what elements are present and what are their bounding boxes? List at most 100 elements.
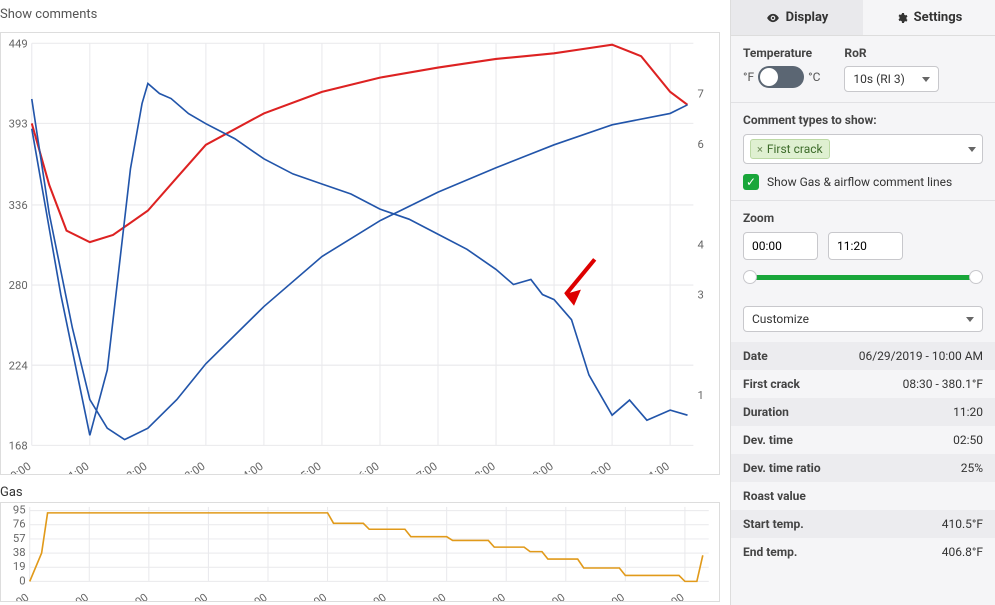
svg-text:03:00: 03:00 — [180, 591, 211, 601]
customize-label: Customize — [752, 312, 809, 326]
zoom-slider-handle-start[interactable] — [743, 270, 757, 284]
svg-text:38: 38 — [13, 546, 26, 559]
meta-key: Dev. time — [743, 433, 793, 447]
chip-remove-icon[interactable]: × — [757, 143, 763, 156]
svg-text:6: 6 — [697, 138, 703, 151]
svg-text:09:00: 09:00 — [537, 591, 568, 601]
meta-value: 410.5°F — [942, 517, 983, 531]
meta-key: Start temp. — [743, 517, 804, 531]
meta-row: Dev. time ratio 25% — [731, 454, 995, 482]
svg-text:09:00: 09:00 — [525, 460, 555, 474]
zoom-end-input[interactable] — [828, 232, 903, 260]
svg-text:168: 168 — [9, 439, 28, 452]
zoom-label: Zoom — [743, 211, 774, 225]
svg-text:11:00: 11:00 — [641, 460, 671, 474]
tab-settings-label: Settings — [914, 10, 963, 25]
meta-row: Dev. time 02:50 — [731, 426, 995, 454]
meta-row: Duration 11:20 — [731, 398, 995, 426]
meta-value: 25% — [961, 461, 983, 475]
meta-key: End temp. — [743, 545, 797, 559]
roast-chart[interactable]: 168 224 280 336 393 449 1 3 4 6 7 00:00 01:00 02:00 03… — [0, 32, 720, 475]
svg-text:3: 3 — [697, 289, 703, 302]
svg-text:449: 449 — [9, 37, 28, 50]
gear-icon — [896, 12, 908, 24]
svg-text:0: 0 — [19, 575, 25, 588]
svg-text:07:00: 07:00 — [418, 591, 449, 601]
meta-value: 08:30 - 380.1°F — [903, 377, 983, 391]
svg-text:57: 57 — [13, 532, 26, 545]
unit-c: °C — [808, 70, 820, 84]
chevron-down-icon — [966, 317, 974, 322]
ror-select-value: 10s (RI 3) — [853, 72, 904, 86]
svg-text:95: 95 — [13, 504, 26, 517]
zoom-slider-handle-end[interactable] — [969, 270, 983, 284]
gas-chart[interactable]: 0 1938577695 00:00 01:00 02:00 03:00 04:00 05:0… — [0, 502, 720, 602]
svg-text:11:00: 11:00 — [656, 591, 687, 601]
unit-f: °F — [743, 70, 754, 84]
ror-select[interactable]: 10s (RI 3) — [844, 66, 939, 92]
show-comments-link[interactable]: Show comments — [0, 5, 720, 28]
comment-types-select[interactable]: × First crack — [743, 134, 983, 164]
meta-key: Dev. time ratio — [743, 461, 821, 475]
meta-value: 06/29/2019 - 10:00 AM — [859, 349, 983, 363]
meta-value: 11:20 — [953, 405, 983, 419]
svg-text:280: 280 — [9, 279, 28, 292]
svg-text:00:00: 00:00 — [1, 591, 31, 601]
roast-meta-table: Date 06/29/2019 - 10:00 AM First crack 08:3… — [731, 342, 995, 566]
meta-key: First crack — [743, 377, 800, 391]
svg-text:08:00: 08:00 — [467, 460, 497, 474]
customize-select[interactable]: Customize — [743, 306, 983, 332]
svg-text:10:00: 10:00 — [597, 591, 628, 601]
svg-text:76: 76 — [13, 518, 26, 531]
show-gas-checkbox[interactable]: ✓ — [743, 174, 759, 190]
svg-text:4: 4 — [697, 238, 704, 251]
svg-text:06:00: 06:00 — [351, 460, 381, 474]
tab-display[interactable]: Display — [731, 0, 863, 35]
zoom-start-input[interactable] — [743, 232, 818, 260]
svg-text:1: 1 — [697, 389, 703, 402]
meta-row: First crack 08:30 - 380.1°F — [731, 370, 995, 398]
svg-text:336: 336 — [9, 199, 28, 212]
svg-text:08:00: 08:00 — [477, 591, 508, 601]
svg-text:393: 393 — [9, 117, 28, 130]
svg-text:07:00: 07:00 — [409, 460, 439, 474]
svg-text:03:00: 03:00 — [177, 460, 207, 474]
comment-types-label: Comment types to show: — [743, 113, 877, 127]
svg-text:01:00: 01:00 — [61, 460, 91, 474]
svg-text:01:00: 01:00 — [60, 591, 91, 601]
meta-row: Date 06/29/2019 - 10:00 AM — [731, 342, 995, 370]
chip-first-crack-label: First crack — [767, 142, 823, 156]
temperature-label: Temperature — [743, 46, 820, 60]
chip-first-crack[interactable]: × First crack — [750, 139, 830, 159]
meta-row: End temp. 406.8°F — [731, 538, 995, 566]
svg-text:06:00: 06:00 — [358, 591, 389, 601]
meta-row: Roast value — [731, 482, 995, 510]
svg-text:05:00: 05:00 — [293, 460, 323, 474]
meta-key: Date — [743, 349, 768, 363]
svg-text:10:00: 10:00 — [583, 460, 613, 474]
meta-key: Duration — [743, 405, 789, 419]
svg-text:7: 7 — [697, 88, 703, 101]
meta-row: Start temp. 410.5°F — [731, 510, 995, 538]
svg-text:02:00: 02:00 — [120, 591, 151, 601]
meta-value: 406.8°F — [942, 545, 983, 559]
tab-settings[interactable]: Settings — [863, 0, 995, 35]
zoom-slider[interactable] — [743, 268, 983, 286]
tab-display-label: Display — [786, 10, 829, 25]
temperature-unit-toggle[interactable] — [758, 66, 804, 88]
svg-text:00:00: 00:00 — [3, 460, 33, 474]
eye-icon — [766, 11, 780, 25]
svg-text:02:00: 02:00 — [119, 460, 149, 474]
svg-text:224: 224 — [9, 359, 29, 372]
gas-section-title: Gas — [0, 485, 720, 500]
chevron-down-icon — [968, 147, 976, 152]
ror-label: RoR — [844, 46, 939, 60]
meta-key: Roast value — [743, 489, 806, 503]
chevron-down-icon — [922, 77, 930, 82]
svg-text:19: 19 — [13, 560, 26, 573]
svg-text:05:00: 05:00 — [299, 591, 330, 601]
show-gas-label: Show Gas & airflow comment lines — [767, 175, 952, 189]
svg-text:04:00: 04:00 — [239, 591, 270, 601]
meta-value: 02:50 — [953, 433, 983, 447]
svg-text:04:00: 04:00 — [235, 460, 265, 474]
